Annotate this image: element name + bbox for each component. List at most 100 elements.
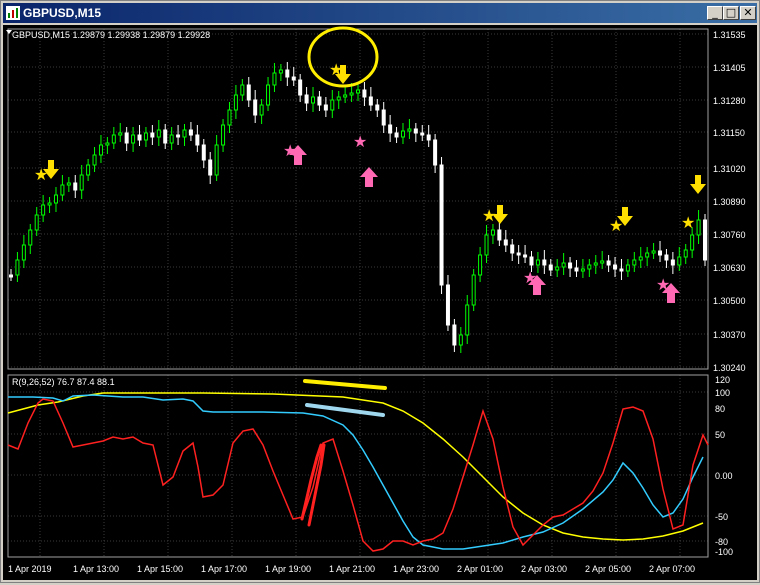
candle-body bbox=[272, 72, 277, 86]
chart-grid bbox=[8, 29, 708, 557]
candle-body bbox=[336, 96, 341, 101]
minimize-button[interactable]: _ bbox=[707, 6, 723, 20]
candle-body bbox=[246, 84, 251, 101]
candle-body bbox=[111, 134, 116, 144]
price-axis-label: 1.31405 bbox=[713, 63, 746, 73]
time-axis-label: 1 Apr 19:00 bbox=[265, 564, 311, 574]
candle-body bbox=[214, 144, 219, 176]
candle-body bbox=[233, 94, 238, 111]
time-axis-label: 2 Apr 03:00 bbox=[521, 564, 567, 574]
price-axis-label: 1.30760 bbox=[713, 230, 746, 240]
candle-body bbox=[285, 69, 290, 78]
candle-body bbox=[163, 129, 168, 144]
buy-star-icon: ★ bbox=[283, 143, 297, 160]
candle-body bbox=[323, 104, 328, 111]
candle-body bbox=[375, 104, 380, 111]
candle-body bbox=[645, 252, 650, 258]
time-axis-label: 1 Apr 17:00 bbox=[201, 564, 247, 574]
candle-body bbox=[47, 202, 52, 206]
chart-area[interactable]: ★ ★ ★ ★ ★ ★ ★ ★ ★ GBPUSD,M15 1.29879 1.2… bbox=[3, 25, 757, 580]
window-title: GBPUSD,M15 bbox=[23, 6, 102, 20]
candle-body bbox=[28, 229, 33, 246]
time-axis-label: 1 Apr 13:00 bbox=[73, 564, 119, 574]
candle-body bbox=[625, 264, 630, 272]
indicator-axis-label: -80 bbox=[715, 537, 728, 547]
candle-body bbox=[587, 264, 592, 270]
buy-star-icon: ★ bbox=[353, 134, 367, 151]
candle-body bbox=[690, 234, 695, 251]
candle-body bbox=[253, 99, 258, 116]
candle-body bbox=[613, 264, 618, 270]
candle-body bbox=[696, 219, 701, 236]
trend-annotation-yellow bbox=[303, 379, 387, 390]
time-axis: 1 Apr 2019 1 Apr 13:00 1 Apr 15:00 1 Apr… bbox=[8, 564, 695, 574]
candle-body bbox=[176, 134, 181, 138]
candle-body bbox=[343, 94, 348, 98]
title-bar[interactable]: GBPUSD,M15 _ □ ✕ bbox=[3, 3, 757, 23]
indicator-axis-label: 100 bbox=[715, 388, 730, 398]
rsi-slow-line bbox=[7, 392, 704, 541]
candle-body bbox=[150, 132, 155, 138]
price-axis-label: 1.30630 bbox=[713, 263, 746, 273]
candle-body bbox=[266, 84, 271, 106]
indicator-axis-label: -50 bbox=[715, 512, 728, 522]
candle-body bbox=[124, 132, 129, 144]
candle-body bbox=[606, 260, 611, 266]
maximize-button[interactable]: □ bbox=[723, 6, 739, 20]
candle-body bbox=[143, 132, 148, 141]
close-button[interactable]: ✕ bbox=[740, 6, 756, 20]
candle-body bbox=[330, 99, 335, 111]
candle-body bbox=[105, 142, 110, 146]
chart-window: GBPUSD,M15 _ □ ✕ ★ ★ ★ ★ ★ ★ ★ ★ ★ GBPUS… bbox=[0, 0, 760, 583]
price-pane-header: GBPUSD,M15 1.29879 1.29938 1.29879 1.299… bbox=[12, 30, 210, 40]
candle-body bbox=[201, 144, 206, 161]
candle-body bbox=[188, 129, 193, 136]
time-axis-label: 1 Apr 21:00 bbox=[329, 564, 375, 574]
price-axis-label: 1.31280 bbox=[713, 96, 746, 106]
candle-body bbox=[98, 144, 103, 156]
indicator-pane-frame bbox=[7, 374, 709, 558]
candle-body bbox=[169, 134, 174, 144]
candle-body bbox=[619, 268, 624, 272]
candle-body bbox=[548, 264, 553, 271]
candle-body bbox=[651, 250, 656, 254]
time-axis-label: 1 Apr 15:00 bbox=[137, 564, 183, 574]
buy-arrow-icon bbox=[360, 167, 378, 187]
candle-body bbox=[227, 109, 232, 126]
candle-body bbox=[632, 259, 637, 266]
sell-star-icon: ★ bbox=[34, 167, 48, 184]
candle-body bbox=[542, 259, 547, 266]
candle-body bbox=[555, 266, 560, 271]
price-axis-label: 1.30890 bbox=[713, 197, 746, 207]
candle-body bbox=[259, 104, 264, 116]
price-axis-label: 1.31020 bbox=[713, 164, 746, 174]
candle-body bbox=[568, 262, 573, 269]
sell-star-icon: ★ bbox=[482, 208, 496, 225]
candle-body bbox=[523, 254, 528, 258]
candle-body bbox=[278, 69, 283, 74]
candle-body bbox=[368, 96, 373, 106]
candle-body bbox=[535, 259, 540, 266]
candle-body bbox=[92, 154, 97, 166]
price-axis-label: 1.30240 bbox=[713, 363, 746, 373]
candle-body bbox=[304, 94, 309, 104]
chart-window-icon bbox=[6, 6, 20, 20]
candle-body bbox=[137, 134, 142, 141]
price-pane-frame bbox=[7, 28, 709, 370]
candle-body bbox=[15, 259, 20, 276]
candle-body bbox=[156, 129, 161, 138]
sell-arrow-icon bbox=[690, 175, 706, 194]
time-axis-label: 1 Apr 2019 bbox=[8, 564, 52, 574]
candle-body bbox=[478, 254, 483, 276]
candle-body bbox=[510, 244, 515, 254]
candle-body bbox=[298, 79, 303, 96]
candle-body bbox=[73, 182, 78, 191]
indicator-pane-header: R(9,26,52) 76.7 87.4 88.1 bbox=[12, 377, 115, 387]
candle-body bbox=[439, 164, 444, 286]
buy-star-icon: ★ bbox=[656, 277, 670, 294]
chart-canvas[interactable]: ★ ★ ★ ★ ★ ★ ★ ★ ★ GBPUSD,M15 1.29879 1.2… bbox=[3, 25, 757, 580]
candle-body bbox=[670, 259, 675, 266]
candle-body bbox=[664, 254, 669, 261]
time-axis-label: 2 Apr 05:00 bbox=[585, 564, 631, 574]
candle-body bbox=[503, 239, 508, 246]
